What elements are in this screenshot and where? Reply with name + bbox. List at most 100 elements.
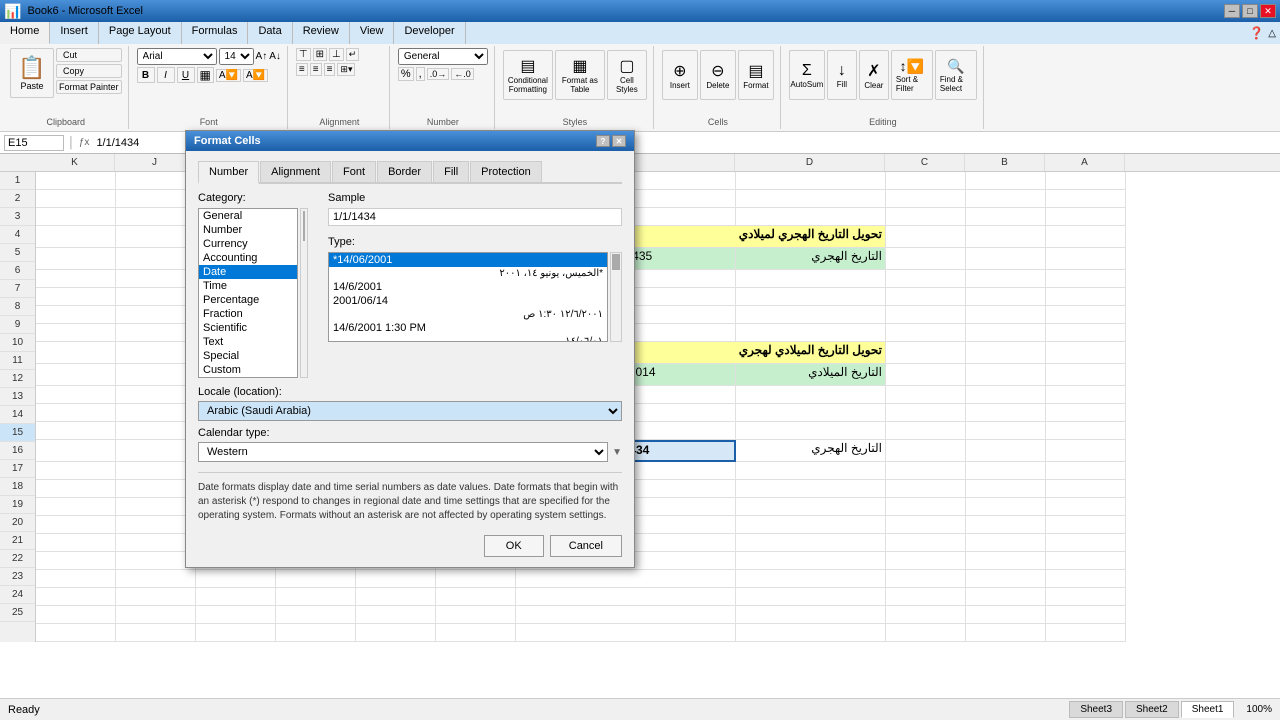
increase-font-icon[interactable]: A↑ [256,51,268,62]
merge-center-icon[interactable]: ⊞▾ [337,63,355,76]
fill-color-icon[interactable]: A🔽 [216,69,241,82]
number-format-select[interactable]: General [398,48,488,65]
category-scientific[interactable]: Scientific [199,321,297,335]
find-select-button[interactable]: 🔍 Find & Select [935,50,977,100]
italic-button[interactable]: I [157,67,175,83]
align-center-icon[interactable]: ≡ [310,63,322,76]
category-general[interactable]: General [199,209,297,223]
format-painter-button[interactable]: Format Painter [56,80,122,94]
decrease-decimal-icon[interactable]: ←.0 [451,68,474,80]
percent-icon[interactable]: % [398,67,414,81]
tab-review[interactable]: Review [293,22,350,44]
format-as-table-button[interactable]: ▦ Format as Table [555,50,605,100]
number-label: Number [427,115,459,127]
tab-home[interactable]: Home [0,22,50,44]
ok-button[interactable]: OK [484,535,544,557]
autosum-button[interactable]: Σ AutoSum [789,50,825,100]
tab-fill[interactable]: Fill [433,161,469,182]
conditional-formatting-button[interactable]: ▤ Conditional Formatting [503,50,553,100]
cell-reference[interactable] [4,135,64,151]
align-top-icon[interactable]: ⊤ [296,48,311,61]
align-left-icon[interactable]: ≡ [296,63,308,76]
font-color-icon[interactable]: A🔽 [243,69,268,82]
cell-d5[interactable]: التاريخ الهجري [736,248,886,270]
category-currency[interactable]: Currency [199,237,297,251]
type-item-5[interactable]: ١٢/٦/٢٠٠١ ١:٣٠ ص [329,308,607,321]
align-middle-icon[interactable]: ⊞ [313,48,327,61]
type-item-1[interactable]: *14/06/2001 [329,253,607,267]
cell-b1[interactable] [966,172,1046,190]
format-button[interactable]: ▤ Format [738,50,774,100]
fill-button[interactable]: ↓ Fill [827,50,857,100]
tab-insert[interactable]: Insert [50,22,99,44]
type-item-3[interactable]: 14/6/2001 [329,280,607,294]
paste-button[interactable]: 📋 Paste [10,48,54,98]
tab-border[interactable]: Border [377,161,432,182]
calendar-type-select[interactable]: Western [198,442,608,462]
tab-font[interactable]: Font [332,161,376,182]
minimize-btn[interactable]: ─ [1224,4,1240,18]
cut-button[interactable]: Cut [56,48,122,62]
dialog-close-btn[interactable]: ✕ [612,135,626,147]
tab-formulas[interactable]: Formulas [182,22,249,44]
dialog-help-btn[interactable]: ? [596,135,610,147]
category-percentage[interactable]: Percentage [199,293,297,307]
dialog-title-controls: ? ✕ [596,135,626,147]
type-item-6[interactable]: 14/6/2001 1:30 PM [329,321,607,335]
clear-button[interactable]: ✗ Clear [859,50,889,100]
cell-k1[interactable] [36,172,116,190]
cell-styles-button[interactable]: ▢ Cell Styles [607,50,647,100]
insert-button[interactable]: ⊕ Insert [662,50,698,100]
category-accounting[interactable]: Accounting [199,251,297,265]
align-bottom-icon[interactable]: ⊥ [329,48,344,61]
type-item-4[interactable]: 2001/06/14 [329,294,607,308]
wrap-text-icon[interactable]: ↵ [346,48,360,61]
close-btn[interactable]: ✕ [1260,4,1276,18]
tab-page-layout[interactable]: Page Layout [99,22,182,44]
sheet-tab-sheet2[interactable]: Sheet2 [1125,701,1179,718]
align-right-icon[interactable]: ≡ [324,63,336,76]
tab-alignment[interactable]: Alignment [260,161,331,182]
border-icon[interactable]: ▦ [197,67,214,83]
help-icon[interactable]: ❓ [1249,26,1264,40]
cell-a1[interactable] [1046,172,1126,190]
tab-data[interactable]: Data [248,22,292,44]
category-fraction[interactable]: Fraction [199,307,297,321]
sheet-tab-sheet3[interactable]: Sheet3 [1069,701,1123,718]
sort-filter-button[interactable]: ↕🔽 Sort & Filter [891,50,933,100]
cell-d15[interactable]: التاريخ الهجري [736,440,886,462]
editing-label: Editing [869,115,897,127]
maximize-btn[interactable]: □ [1242,4,1258,18]
cell-c1[interactable] [886,172,966,190]
tab-number[interactable]: Number [198,161,259,184]
tab-protection[interactable]: Protection [470,161,542,182]
delete-button[interactable]: ⊖ Delete [700,50,736,100]
copy-button[interactable]: Copy [56,64,122,78]
underline-button[interactable]: U [177,67,195,83]
cell-d11[interactable]: التاريخ الميلادي [736,364,886,386]
comma-icon[interactable]: , [416,67,425,81]
category-special[interactable]: Special [199,349,297,363]
minimize-ribbon-icon[interactable]: △ [1268,28,1276,39]
font-family-select[interactable]: Arial [137,48,217,65]
bold-button[interactable]: B [137,67,155,83]
font-size-select[interactable]: 14 [219,48,254,65]
category-list[interactable]: General Number Currency Accounting Date … [198,208,298,378]
category-custom[interactable]: Custom [199,363,297,377]
increase-decimal-icon[interactable]: .0→ [427,68,450,80]
decrease-font-icon[interactable]: A↓ [269,51,281,62]
locale-select[interactable]: Arabic (Saudi Arabia) [198,401,622,421]
tab-view[interactable]: View [350,22,395,44]
type-item-2[interactable]: *الخميس، يونيو ١٤، ٢٠٠١ [329,267,607,280]
category-number[interactable]: Number [199,223,297,237]
type-item-7[interactable]: ١٤/٠٦/٠١ [329,335,607,342]
cell-d1[interactable] [736,172,886,190]
category-time[interactable]: Time [199,279,297,293]
category-text[interactable]: Text [199,335,297,349]
category-date[interactable]: Date [199,265,297,279]
sheet-tab-sheet1[interactable]: Sheet1 [1181,701,1235,718]
tab-developer[interactable]: Developer [394,22,465,44]
cell-j1[interactable] [116,172,196,190]
cancel-button[interactable]: Cancel [550,535,622,557]
type-list[interactable]: *14/06/2001 *الخميس، يونيو ١٤، ٢٠٠١ 14/6… [328,252,608,342]
